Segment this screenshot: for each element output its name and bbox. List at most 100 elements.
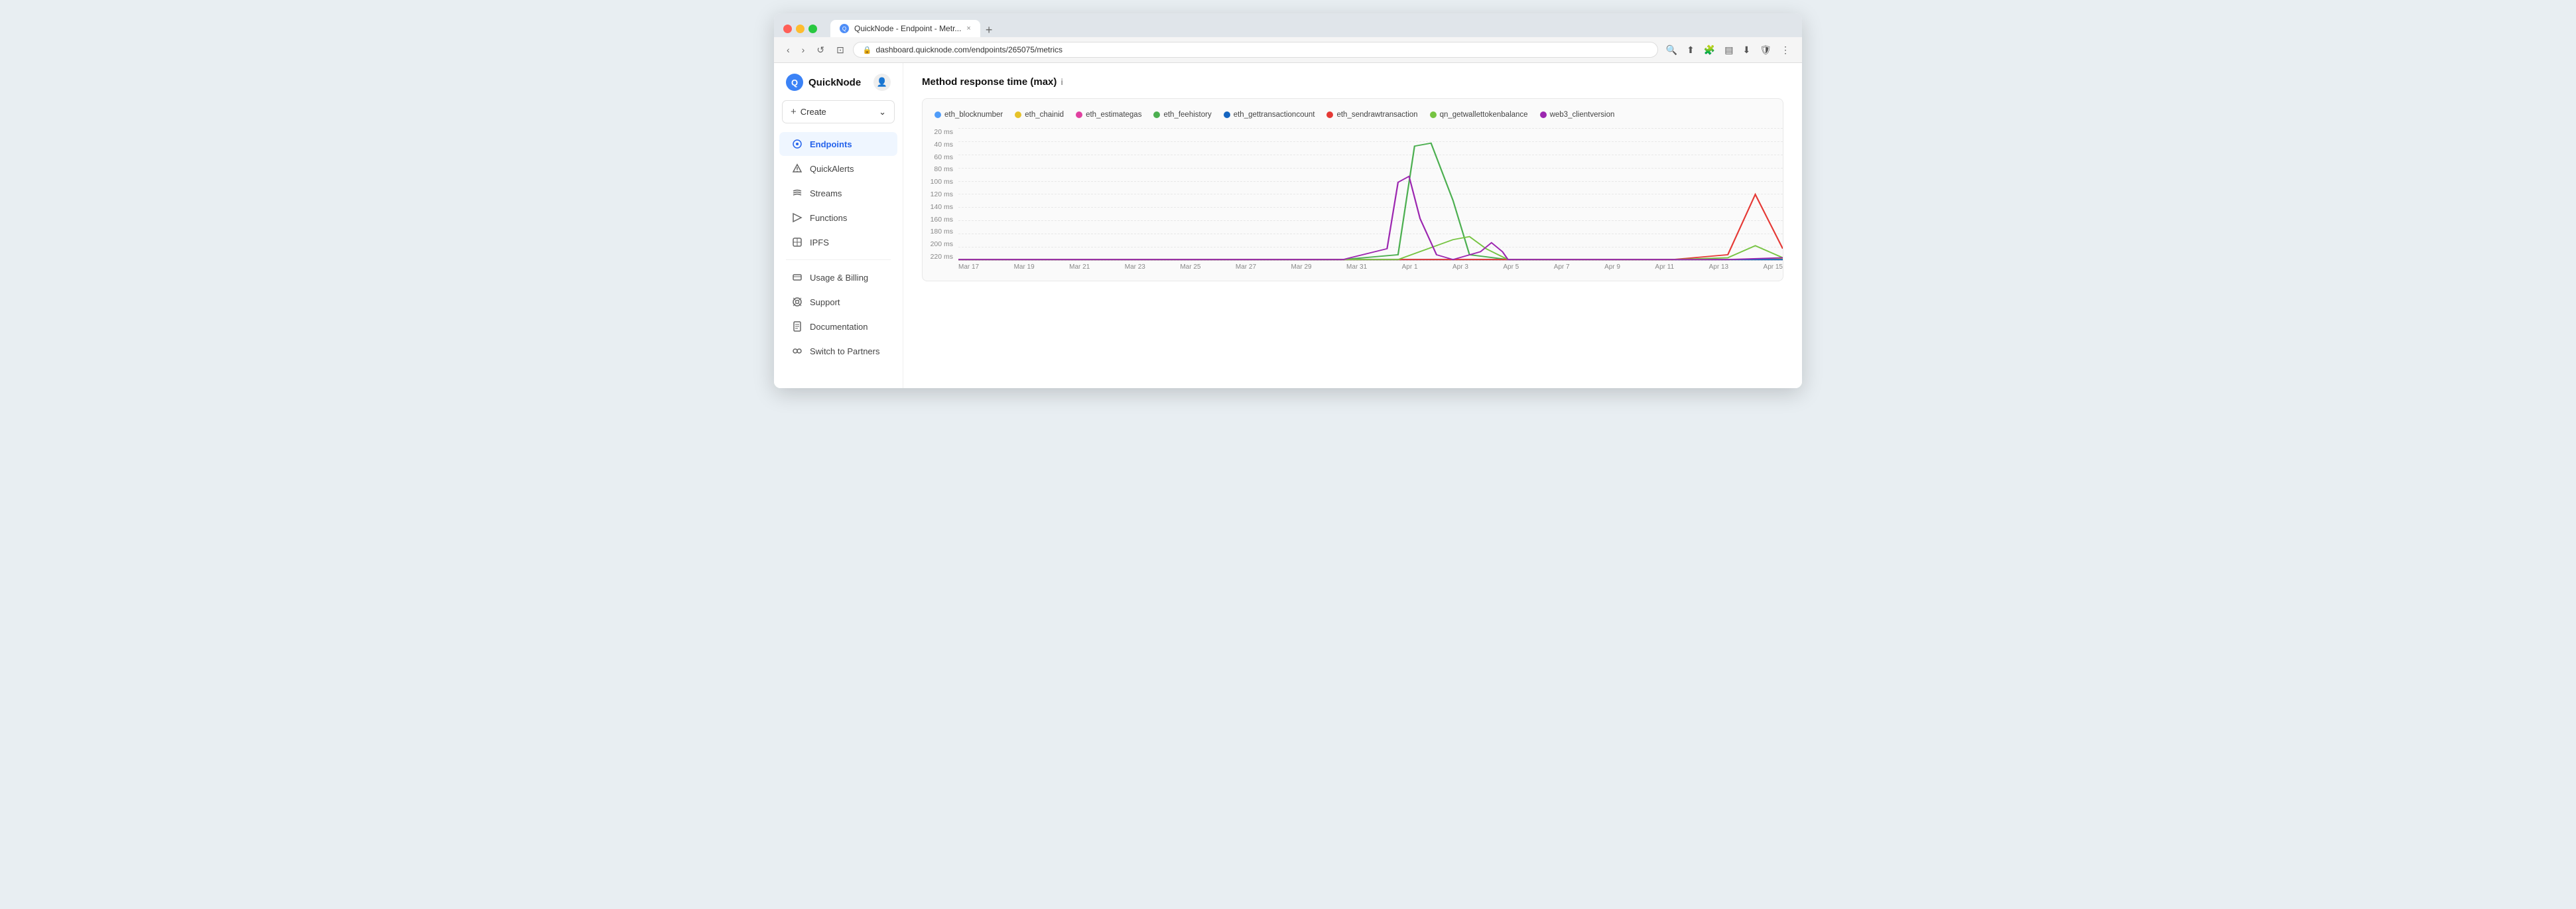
chart-line: [958, 176, 1783, 259]
ipfs-icon: [791, 236, 803, 248]
legend-dot: [1015, 111, 1021, 118]
url-text: dashboard.quicknode.com/endpoints/265075…: [876, 45, 1063, 54]
browser-toolbar: ‹ › ↺ ⊡ 🔒 dashboard.quicknode.com/endpoi…: [774, 37, 1802, 63]
legend-label: eth_estimategas: [1086, 111, 1141, 119]
legend-dot: [1153, 111, 1160, 118]
y-axis-label: 220 ms: [928, 253, 953, 261]
chart-legend: eth_blocknumber eth_chainid eth_estimatega…: [923, 111, 1783, 128]
chart-line: [958, 194, 1783, 259]
sidebar-item-label: Usage & Billing: [810, 273, 868, 283]
sidebar-item-label: Documentation: [810, 322, 868, 332]
info-icon[interactable]: i: [1061, 77, 1063, 87]
sidebar-item-support[interactable]: Support: [779, 290, 897, 314]
x-axis-label: Apr 15: [1764, 263, 1783, 274]
y-axis-label: 160 ms: [928, 216, 953, 224]
legend-item-eth_chainid: eth_chainid: [1015, 111, 1064, 119]
user-avatar[interactable]: 👤: [873, 74, 891, 91]
share-icon[interactable]: ⬆: [1684, 43, 1697, 57]
browser-window: Q QuickNode - Endpoint - Metr... × + ‹ ›…: [774, 13, 1802, 388]
legend-label: qn_getwallettokenbalance: [1440, 111, 1528, 119]
create-label: Create: [801, 107, 826, 117]
sidebar-toggle-icon[interactable]: ▤: [1722, 43, 1736, 57]
legend-dot: [1224, 111, 1230, 118]
legend-item-web3_clientversion: web3_clientversion: [1540, 111, 1615, 119]
sidebar-item-endpoints[interactable]: Endpoints: [779, 132, 897, 156]
y-axis-label: 60 ms: [928, 153, 953, 161]
endpoints-icon: [791, 138, 803, 150]
x-axis-label: Apr 1: [1402, 263, 1418, 274]
refresh-button[interactable]: ↺: [813, 43, 828, 57]
sidebar-item-ipfs[interactable]: IPFS: [779, 230, 897, 254]
sidebar-item-functions[interactable]: Functions: [779, 206, 897, 230]
x-axis-label: Apr 7: [1554, 263, 1570, 274]
sidebar-item-label: Streams: [810, 188, 842, 198]
sidebar-item-streams[interactable]: Streams: [779, 181, 897, 205]
sidebar-item-label: IPFS: [810, 238, 829, 247]
y-axis-label: 40 ms: [928, 141, 953, 149]
downloads-icon[interactable]: ⬇: [1740, 43, 1753, 57]
sidebar-item-quickalerts[interactable]: QuickAlerts: [779, 157, 897, 180]
traffic-lights: [783, 25, 817, 33]
legend-label: eth_chainid: [1025, 111, 1064, 119]
back-button[interactable]: ‹: [783, 43, 793, 56]
x-axis-label: Mar 17: [958, 263, 979, 274]
sidebar-item-label: Switch to Partners: [810, 346, 880, 356]
x-axis-label: Mar 25: [1180, 263, 1200, 274]
x-axis-label: Mar 29: [1291, 263, 1311, 274]
address-bar[interactable]: 🔒 dashboard.quicknode.com/endpoints/2650…: [853, 42, 1658, 58]
browser-titlebar: Q QuickNode - Endpoint - Metr... × +: [774, 13, 1802, 37]
logo-mark: Q: [786, 74, 803, 91]
chart-plot: Mar 17Mar 19Mar 21Mar 23Mar 25Mar 27Mar …: [958, 128, 1783, 274]
y-axis-label: 80 ms: [928, 165, 953, 173]
documentation-icon: [791, 320, 803, 332]
minimize-window-button[interactable]: [796, 25, 805, 33]
sidebar-divider: [786, 259, 891, 260]
tab-title: QuickNode - Endpoint - Metr...: [854, 24, 961, 33]
sidebar-item-documentation[interactable]: Documentation: [779, 315, 897, 338]
plus-icon: +: [791, 106, 797, 117]
create-button[interactable]: + Create ⌄: [782, 100, 895, 123]
chart-container: eth_blocknumber eth_chainid eth_estimatega…: [922, 98, 1783, 281]
forward-button[interactable]: ›: [799, 43, 808, 56]
support-icon: [791, 296, 803, 308]
security-icon: 🔒: [863, 46, 872, 54]
active-browser-tab[interactable]: Q QuickNode - Endpoint - Metr... ×: [830, 20, 980, 37]
x-axis: Mar 17Mar 19Mar 21Mar 23Mar 25Mar 27Mar …: [958, 261, 1783, 274]
browser-toolbar-icons: 🔍 ⬆ 🧩 ▤ ⬇ 🛡 ⋮: [1663, 43, 1793, 57]
legend-dot: [934, 111, 941, 118]
bookmark-button[interactable]: ⊡: [833, 43, 848, 57]
sidebar-item-label: Endpoints: [810, 139, 852, 149]
x-axis-label: Apr 3: [1452, 263, 1468, 274]
chart-title-text: Method response time (max): [922, 76, 1057, 88]
tab-favicon: Q: [840, 24, 849, 33]
sidebar-nav: Endpoints QuickAlerts: [774, 131, 903, 380]
new-tab-button[interactable]: +: [980, 23, 998, 37]
chart-line: [958, 143, 1783, 259]
x-axis-label: Apr 9: [1604, 263, 1620, 274]
vpn-icon[interactable]: 🛡: [1757, 43, 1774, 57]
extensions-icon[interactable]: 🧩: [1701, 43, 1718, 57]
sidebar-item-label: Functions: [810, 213, 847, 223]
maximize-window-button[interactable]: [808, 25, 817, 33]
legend-label: eth_feehistory: [1163, 111, 1211, 119]
sidebar: Q QuickNode 👤 + Create ⌄: [774, 63, 903, 388]
menu-icon[interactable]: ⋮: [1778, 43, 1793, 57]
sidebar-item-usage-billing[interactable]: Usage & Billing: [779, 265, 897, 289]
sidebar-item-label: Support: [810, 297, 840, 307]
search-icon[interactable]: 🔍: [1663, 43, 1680, 57]
chevron-down-icon: ⌄: [879, 107, 886, 117]
sidebar-item-label: QuickAlerts: [810, 164, 854, 174]
legend-item-eth_gettransactioncount: eth_gettransactioncount: [1224, 111, 1315, 119]
x-axis-label: Mar 19: [1014, 263, 1035, 274]
app-body: Q QuickNode 👤 + Create ⌄: [774, 63, 1802, 388]
tab-close-button[interactable]: ×: [966, 25, 970, 33]
y-axis-label: 20 ms: [928, 128, 953, 136]
close-window-button[interactable]: [783, 25, 792, 33]
legend-label: eth_sendrawtransaction: [1336, 111, 1417, 119]
sidebar-item-switch-to-partners[interactable]: Switch to Partners: [779, 339, 897, 363]
legend-item-eth_blocknumber: eth_blocknumber: [934, 111, 1003, 119]
quickalerts-icon: [791, 163, 803, 175]
x-axis-label: Apr 5: [1503, 263, 1519, 274]
switch-to-partners-icon: [791, 345, 803, 357]
legend-dot: [1326, 111, 1333, 118]
